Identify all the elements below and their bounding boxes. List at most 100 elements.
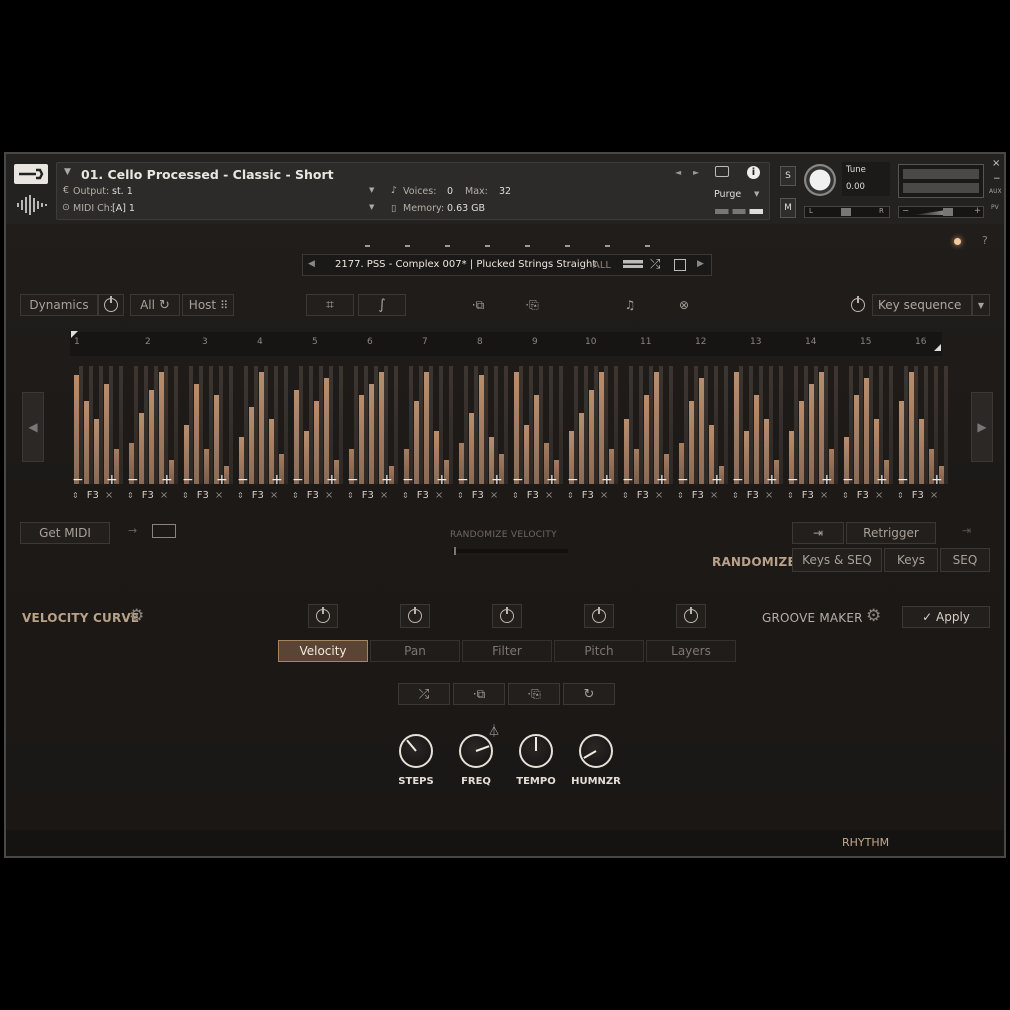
step-minus-button[interactable]: − [567,472,579,488]
prev-instrument-icon[interactable]: ◄ [675,168,681,177]
metronome-icon[interactable]: ⏃ [488,722,500,739]
pv-label[interactable]: PV [991,204,999,211]
step-plus-button[interactable]: + [931,472,943,488]
copy-button[interactable]: ·⧉ [454,294,502,316]
step-clear-icon[interactable]: × [710,490,718,501]
solo-button[interactable]: S [780,166,796,186]
note-stepper-icon[interactable]: ⇕ [182,491,189,500]
step-note[interactable]: F3 [417,490,429,501]
tab-power-button[interactable] [492,604,522,628]
preset-filter[interactable]: ALL [593,260,611,271]
note-stepper-icon[interactable]: ⇕ [567,491,574,500]
volume-handle[interactable] [943,208,953,216]
mute-button[interactable]: M [780,198,796,218]
step-minus-button[interactable]: − [732,472,744,488]
prev-preset-icon[interactable]: ◀ [308,259,315,269]
note-stepper-icon[interactable]: ⇕ [237,491,244,500]
step-note[interactable]: F3 [472,490,484,501]
next-instrument-icon[interactable]: ► [693,168,699,177]
aux-label[interactable]: AUX [989,188,1002,195]
crop-button[interactable]: ⌗ [306,294,354,316]
step-note[interactable]: F3 [692,490,704,501]
note-stepper-icon[interactable]: ⇕ [512,491,519,500]
step-note[interactable]: F3 [857,490,869,501]
step-plus-button[interactable]: + [656,472,668,488]
curve-button[interactable]: ∫ [358,294,406,316]
step-plus-button[interactable]: + [271,472,283,488]
rhythm-label[interactable]: RHYTHM [842,836,889,849]
step-clear-icon[interactable]: × [105,490,113,501]
host-button[interactable]: Host ⠿ [182,294,234,316]
step-minus-button[interactable]: − [512,472,524,488]
instrument-name[interactable]: 01. Cello Processed - Classic - Short [81,167,334,182]
instrument-menu-arrow-icon[interactable]: ▼ [64,167,71,177]
step-note[interactable]: F3 [912,490,924,501]
key-sequence-arrow[interactable]: ▼ [972,294,990,316]
step-minus-button[interactable]: − [457,472,469,488]
close-icon[interactable]: × [992,158,1000,169]
tab-pan[interactable]: Pan [370,640,460,662]
note-stepper-icon[interactable]: ⇕ [127,491,134,500]
freq-knob[interactable] [459,734,493,768]
step-note[interactable]: F3 [802,490,814,501]
step-note[interactable]: F3 [747,490,759,501]
keys-button[interactable]: Keys [884,548,938,572]
tempo-knob[interactable] [519,734,553,768]
note-stepper-icon[interactable]: ⇕ [732,491,739,500]
tab-power-button[interactable] [676,604,706,628]
step-note[interactable]: F3 [252,490,264,501]
note-stepper-icon[interactable]: ⇕ [347,491,354,500]
step-plus-button[interactable]: + [326,472,338,488]
paste-button[interactable]: ·⎘ [508,294,556,316]
step-note[interactable]: F3 [87,490,99,501]
step-clear-icon[interactable]: × [820,490,828,501]
apply-button[interactable]: ✓ Apply [902,606,990,628]
volume-slider[interactable]: − + [898,206,984,218]
key-sequence-dropdown[interactable]: Key sequence [872,294,972,316]
step-clear-icon[interactable]: × [765,490,773,501]
step-minus-button[interactable]: − [842,472,854,488]
note-stepper-icon[interactable]: ⇕ [402,491,409,500]
get-midi-button[interactable]: Get MIDI [20,522,110,544]
key-sequence-power-icon[interactable] [851,296,865,312]
note-stepper-icon[interactable]: ⇕ [677,491,684,500]
steps-knob[interactable] [399,734,433,768]
tab-power-button[interactable] [308,604,338,628]
output-value[interactable]: st. 1 [112,186,133,197]
groove-maker-settings-gear-icon[interactable]: ⚙ [866,606,881,626]
step-note[interactable]: F3 [637,490,649,501]
midi-drag-icon[interactable] [152,524,176,538]
step-minus-button[interactable]: − [787,472,799,488]
loop-end-marker[interactable] [934,344,941,351]
step-plus-button[interactable]: + [601,472,613,488]
step-clear-icon[interactable]: × [655,490,663,501]
camera-icon[interactable] [715,166,729,177]
seq-button[interactable]: SEQ [940,548,990,572]
listen-button[interactable]: ♫ [606,294,654,316]
tune-knob[interactable] [804,164,836,196]
note-stepper-icon[interactable]: ⇕ [622,491,629,500]
midi-dropdown-icon[interactable]: ▼ [369,203,374,211]
reset-pattern-button[interactable]: ↻ [563,683,615,705]
info-icon[interactable]: i [747,166,760,179]
note-stepper-icon[interactable]: ⇕ [842,491,849,500]
midi-channel-value[interactable]: [A] 1 [112,203,135,214]
tune-value[interactable]: 0.00 [846,182,865,192]
step-note[interactable]: F3 [582,490,594,501]
random-icon[interactable]: ⤮ [650,257,660,272]
note-stepper-icon[interactable]: ⇕ [897,491,904,500]
step-minus-button[interactable]: − [237,472,249,488]
step-note[interactable]: F3 [197,490,209,501]
tab-velocity[interactable]: Velocity [278,640,368,662]
step-plus-button[interactable]: + [821,472,833,488]
pan-handle[interactable] [841,208,851,216]
step-clear-icon[interactable]: × [490,490,498,501]
page-left-button[interactable]: ◀ [22,392,44,462]
note-stepper-icon[interactable]: ⇕ [72,491,79,500]
step-clear-icon[interactable]: × [875,490,883,501]
step-note[interactable]: F3 [527,490,539,501]
step-minus-button[interactable]: − [72,472,84,488]
step-clear-icon[interactable]: × [325,490,333,501]
step-clear-icon[interactable]: × [545,490,553,501]
step-clear-icon[interactable]: × [270,490,278,501]
